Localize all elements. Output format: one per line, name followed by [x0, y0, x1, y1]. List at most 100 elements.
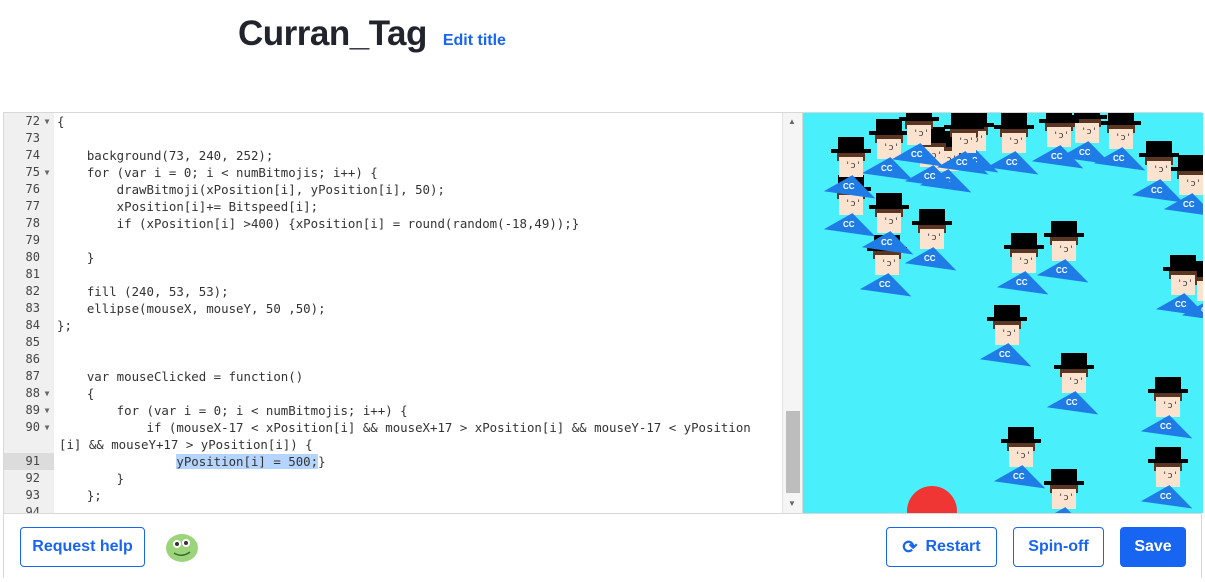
- face-expression: 'ɔ': [1177, 279, 1194, 289]
- face-expression: 'ɔ': [1162, 471, 1179, 481]
- face-expression: 'ɔ': [1008, 137, 1025, 147]
- line-number: 88: [25, 386, 40, 400]
- shirt-label: CC: [1160, 492, 1172, 501]
- selected-code: yPosition[i] = 500;: [176, 454, 319, 469]
- line-number: 87: [25, 369, 40, 383]
- code-line[interactable]: 92 }: [4, 470, 784, 487]
- face-expression: 'ɔ': [1015, 451, 1032, 461]
- bitmoji-sprite: 'ɔ' CC: [979, 305, 1035, 367]
- editor-scrollbar[interactable]: ▲ ▼: [782, 113, 802, 513]
- code-line[interactable]: 72 ▼ {: [4, 113, 784, 130]
- shirt-label: CC: [924, 172, 936, 181]
- code-text: [i] && mouseY+17 > yPosition[i]) {: [59, 437, 313, 452]
- face-expression: 'ɔ': [1162, 401, 1179, 411]
- line-number: 75: [25, 165, 40, 179]
- code-lines[interactable]: 72 ▼{73 74 background(73, 240, 252); 75 ▼ fo…: [4, 113, 784, 513]
- line-number: 90: [25, 420, 40, 434]
- spin-off-button[interactable]: Spin-off: [1013, 527, 1104, 567]
- program-output-canvas[interactable]: 'ɔ' CC 'ɔ' CC 'ɔ' CC 'ɔ' CC 'ɔ' CC 'ɔ' CC 'ɔ' CC 'ɔ' CC…: [802, 113, 1203, 513]
- code-text: {: [57, 386, 95, 401]
- face-expression: 'ɔ': [926, 233, 943, 243]
- shirt-label: CC: [911, 150, 923, 159]
- face-expression: 'ɔ': [1115, 133, 1132, 143]
- request-help-button[interactable]: Request help: [20, 527, 145, 567]
- bitmoji-sprite: 'ɔ' CC: [996, 233, 1052, 295]
- scroll-up-icon[interactable]: ▲: [788, 117, 796, 126]
- bitmoji-sprite: 'ɔ' CC: [1140, 447, 1196, 509]
- line-number: 82: [25, 284, 40, 298]
- bitmoji-sprite: 'ɔ' CC: [993, 427, 1049, 489]
- code-line[interactable]: 73: [4, 130, 784, 147]
- code-line[interactable]: 84};: [4, 317, 784, 334]
- line-number: 93: [25, 488, 40, 502]
- scrollbar-thumb[interactable]: [786, 411, 800, 493]
- shirt-label: CC: [881, 164, 893, 173]
- code-line[interactable]: [i] && mouseY+17 > yPosition[i]) {: [4, 436, 784, 453]
- code-line[interactable]: 90 ▼ if (mouseX-17 < xPosition[i] && mous…: [4, 419, 784, 436]
- code-text: };: [57, 488, 102, 503]
- code-line[interactable]: 86: [4, 351, 784, 368]
- restart-button[interactable]: ⟳ Restart: [886, 527, 997, 567]
- line-number: 79: [25, 233, 40, 247]
- code-line[interactable]: 88 ▼ {: [4, 385, 784, 402]
- code-line[interactable]: 85: [4, 334, 784, 351]
- code-line[interactable]: 76 drawBitmoji(xPosition[i], yPosition[i…: [4, 181, 784, 198]
- shirt-label: CC: [1066, 398, 1078, 407]
- shirt-label: CC: [1016, 278, 1028, 287]
- shirt-label: CC: [1006, 158, 1018, 167]
- code-line[interactable]: 79: [4, 232, 784, 249]
- scroll-down-icon[interactable]: ▼: [788, 499, 796, 508]
- code-line[interactable]: 83 ellipse(mouseX, mouseY, 50 ,50);: [4, 300, 784, 317]
- line-number: 89: [25, 403, 40, 417]
- fold-arrow-icon[interactable]: ▼: [42, 385, 52, 402]
- face-expression: 'ɔ': [913, 129, 930, 139]
- shirt-label: CC: [879, 280, 891, 289]
- code-line[interactable]: 78 if (xPosition[i] >400) {xPosition[i] …: [4, 215, 784, 232]
- edit-title-link[interactable]: Edit title: [443, 32, 506, 50]
- code-text: fill (240, 53, 53);: [57, 284, 229, 299]
- code-text: background(73, 240, 252);: [57, 148, 274, 163]
- code-line[interactable]: 93 };: [4, 487, 784, 504]
- fold-arrow-icon[interactable]: ▼: [42, 164, 52, 181]
- face-expression: 'ɔ': [845, 199, 862, 209]
- bitmoji-sprite: 'ɔ' CC: [891, 113, 947, 167]
- shirt-label: CC: [1113, 154, 1125, 163]
- code-line[interactable]: 81: [4, 266, 784, 283]
- code-line[interactable]: 80 }: [4, 249, 784, 266]
- code-line[interactable]: 77 xPosition[i]+= Bitspeed[i];: [4, 198, 784, 215]
- code-text: var mouseClicked = function(): [57, 369, 304, 384]
- shirt-label: CC: [999, 350, 1011, 359]
- fold-arrow-icon[interactable]: ▼: [42, 419, 52, 436]
- code-text-tail: }: [318, 454, 326, 469]
- fold-arrow-icon[interactable]: ▼: [42, 402, 52, 419]
- code-text: drawBitmoji(xPosition[i], yPosition[i], …: [57, 182, 445, 197]
- code-editor[interactable]: 72 ▼{73 74 background(73, 240, 252); 75 ▼ fo…: [4, 113, 802, 513]
- bitmoji-sprite: 'ɔ' CC: [936, 113, 992, 175]
- save-button[interactable]: Save: [1120, 527, 1186, 567]
- code-text: for (var i = 0; i < numBitmojis; i++) {: [57, 165, 378, 180]
- restart-label: Restart: [925, 538, 981, 555]
- gutter-cell: [4, 436, 54, 453]
- code-line[interactable]: 89 ▼ for (var i = 0; i < numBitmojis; i++…: [4, 402, 784, 419]
- line-number: 85: [25, 335, 40, 349]
- face-expression: 'ɔ': [1185, 179, 1202, 189]
- fold-arrow-icon[interactable]: ▼: [42, 113, 52, 130]
- code-text: };: [57, 318, 72, 333]
- bitmoji-sprite: 'ɔ' CC: [1046, 353, 1102, 415]
- code-line[interactable]: 74 background(73, 240, 252);: [4, 147, 784, 164]
- code-line[interactable]: 91 yPosition[i] = 500;}: [4, 453, 784, 470]
- avatar-icon: [166, 534, 198, 562]
- bitmoji-sprite: 'ɔ' CC: [1140, 377, 1196, 439]
- shirt-label: CC: [843, 220, 855, 229]
- line-number: 84: [25, 318, 40, 332]
- code-line[interactable]: 82 fill (240, 53, 53);: [4, 283, 784, 300]
- face-expression: 'ɔ': [1153, 165, 1170, 175]
- code-line[interactable]: 87 var mouseClicked = function(): [4, 368, 784, 385]
- shirt-label: CC: [1051, 152, 1063, 161]
- face-expression: 'ɔ': [1058, 493, 1075, 503]
- page-title: Curran_Tag: [238, 14, 427, 53]
- code-line[interactable]: 94: [4, 504, 784, 513]
- shirt-label: CC: [924, 254, 936, 263]
- code-line[interactable]: 75 ▼ for (var i = 0; i < numBitmojis; i++…: [4, 164, 784, 181]
